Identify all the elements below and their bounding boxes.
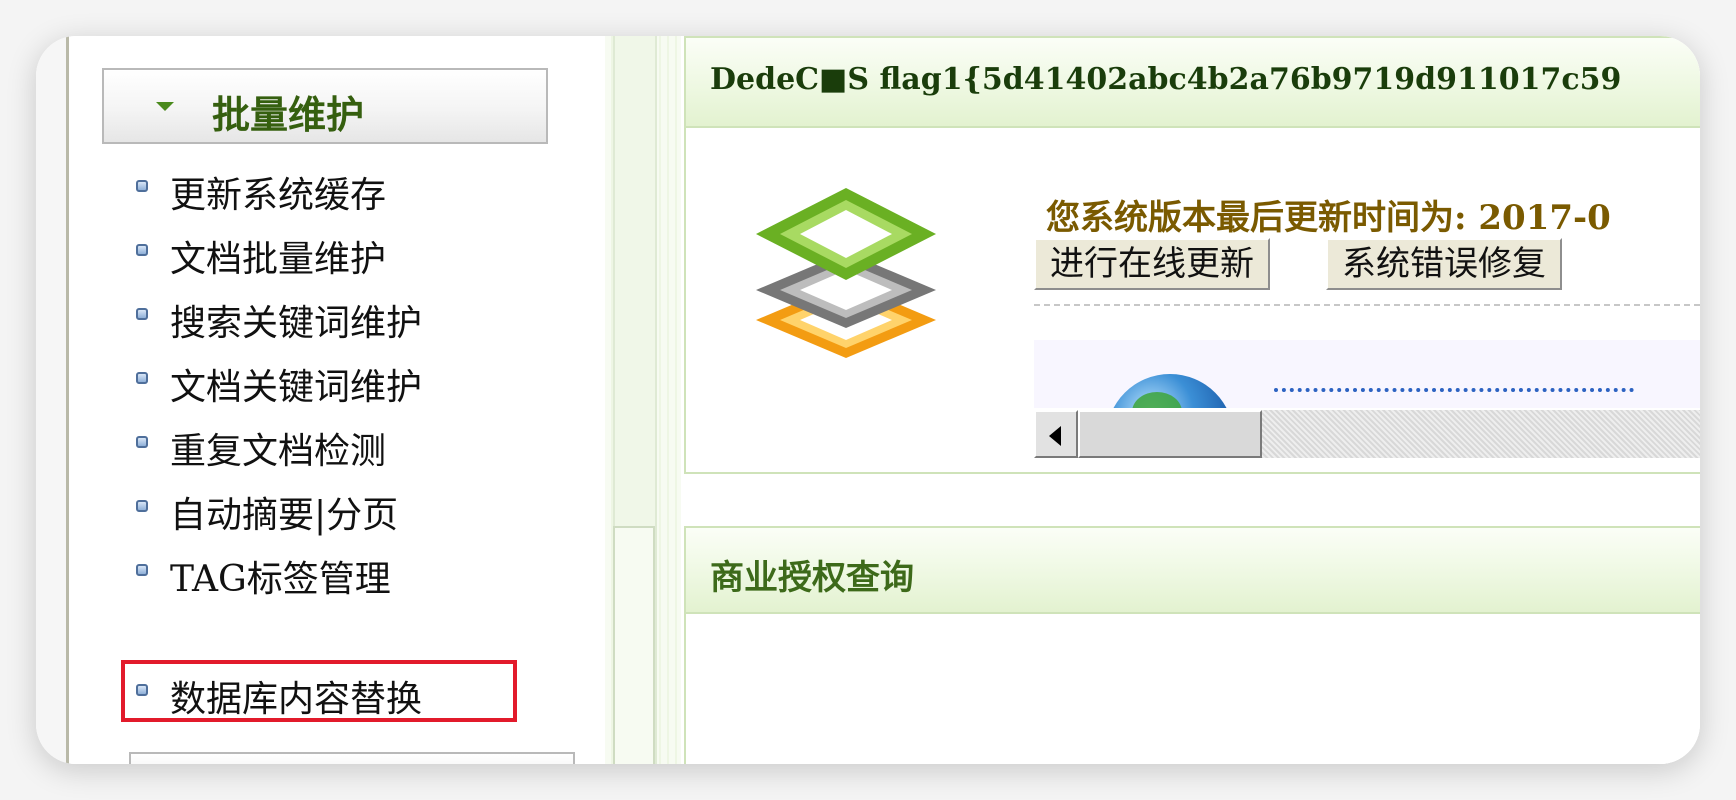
sidebar-item-update-cache[interactable]: 更新系统缓存 [124,158,514,216]
sidebar-item-label: 搜索关键词维护 [170,303,423,344]
highlight-box [121,660,517,722]
scrollbar-thumb[interactable] [613,526,655,764]
app-window: 批量维护 更新系统缓存 文档批量维护 搜索关键词维护 文档关键词维护 重复文档检… [36,36,1700,764]
sidebar-item-duplicate-check[interactable]: 重复文档检测 [124,414,514,472]
sidebar-item-label: 文档关键词维护 [170,367,423,408]
bullet-icon [136,308,148,320]
sidebar-section-header[interactable]: 批量维护 [102,68,548,144]
sidebar-section-title: 批量维护 [212,92,365,137]
bullet-icon [136,500,148,512]
version-update-time: 您系统版本最后更新时间为: 2017-0 [1046,198,1611,238]
sidebar: 批量维护 更新系统缓存 文档批量维护 搜索关键词维护 文档关键词维护 重复文档检… [69,36,608,764]
sidebar-item-auto-summary[interactable]: 自动摘要|分页 [124,478,514,536]
vertical-scrollbar[interactable] [605,36,681,764]
info-panel: DedeC■S flag1{5d41402abc4b2a76b9719d9110… [684,36,1700,474]
info-panel-title: DedeC■S flag1{5d41402abc4b2a76b9719d9110… [710,62,1622,97]
sidebar-item-label: 自动摘要|分页 [170,495,399,536]
main-content: DedeC■S flag1{5d41402abc4b2a76b9719d9110… [684,36,1700,764]
sidebar-item-search-keywords[interactable]: 搜索关键词维护 [124,286,514,344]
sidebar-item-label: 文档批量维护 [170,239,387,280]
info-panel-title-bar: DedeC■S flag1{5d41402abc4b2a76b9719d9110… [686,38,1700,128]
bullet-icon [136,244,148,256]
sidebar-item-tag-manage[interactable]: TAG标签管理 [124,542,514,600]
sidebar-next-section-header[interactable] [129,752,575,764]
sidebar-item-label: 更新系统缓存 [170,175,387,216]
license-panel-title-bar: 商业授权查询 [686,528,1700,614]
scroll-left-arrow-icon[interactable] [1034,410,1078,458]
online-update-button[interactable]: 进行在线更新 [1034,238,1270,290]
bullet-icon [136,436,148,448]
license-panel: 商业授权查询 [684,526,1700,764]
caret-down-icon [156,102,174,111]
divider [1034,304,1700,306]
horizontal-scrollbar[interactable] [1034,408,1700,458]
sidebar-item-doc-batch[interactable]: 文档批量维护 [124,222,514,280]
left-edge-bar [36,36,69,764]
sidebar-item-doc-keywords[interactable]: 文档关键词维护 [124,350,514,408]
bullet-icon [136,564,148,576]
sidebar-item-label: TAG标签管理 [170,559,391,600]
bullet-icon [136,180,148,192]
error-repair-button[interactable]: 系统错误修复 [1326,238,1562,290]
embed-link[interactable] [1274,388,1634,402]
license-panel-title: 商业授权查询 [710,558,914,598]
dede-logo-icon [756,188,936,358]
bullet-icon [136,372,148,384]
scrollbar-thumb[interactable] [1078,410,1262,458]
sidebar-item-label: 重复文档检测 [170,431,387,472]
